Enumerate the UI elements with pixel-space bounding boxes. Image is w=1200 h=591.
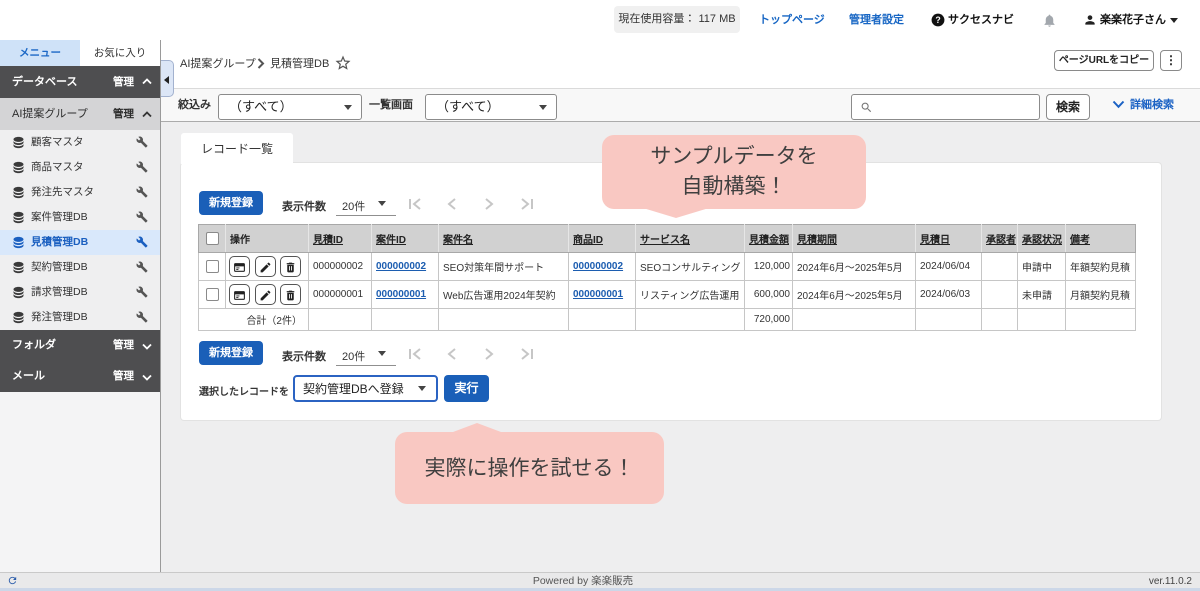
svg-text:?: ? bbox=[935, 15, 940, 25]
